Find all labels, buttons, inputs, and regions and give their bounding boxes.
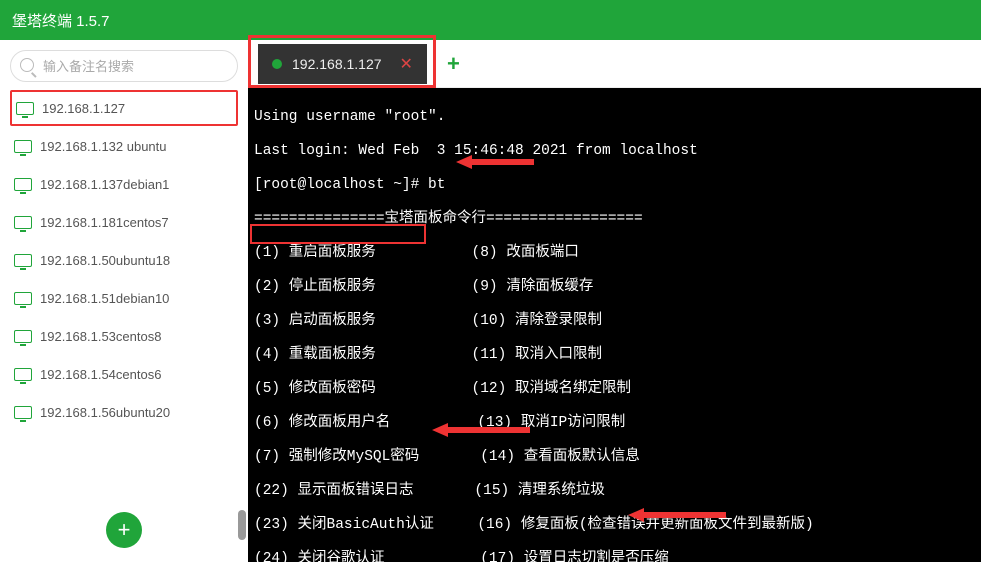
host-label: 192.168.1.53centos8 <box>40 329 161 344</box>
status-dot-icon <box>272 59 282 69</box>
arrow-icon <box>456 118 536 206</box>
term-line: (4) 重载面板服务 (11) 取消入口限制 <box>254 347 602 363</box>
term-line: (7) 强制修改MySQL密码 (14) 查看面板默认信息 <box>254 449 640 465</box>
host-label: 192.168.1.127 <box>42 101 125 116</box>
term-line: (3) 启动面板服务 (10) 清除登录限制 <box>254 313 602 329</box>
search-input[interactable] <box>10 50 238 82</box>
term-line: Using username "root". <box>254 109 445 125</box>
monitor-icon <box>14 140 32 153</box>
monitor-icon <box>14 178 32 191</box>
monitor-icon <box>14 330 32 343</box>
host-item[interactable]: 192.168.1.56ubuntu20 <box>10 394 238 430</box>
scrollbar-thumb[interactable] <box>238 510 246 540</box>
monitor-icon <box>14 292 32 305</box>
tab-label: 192.168.1.127 <box>292 56 382 72</box>
term-line: (23) 关闭BasicAuth认证 (16) 修复面板(检查错误并更新面板文件… <box>254 517 814 533</box>
host-label: 192.168.1.50ubuntu18 <box>40 253 170 268</box>
tab-bar: 192.168.1.127 ✕ + <box>248 40 981 88</box>
host-item[interactable]: 192.168.1.181centos7 <box>10 204 238 240</box>
monitor-icon <box>14 406 32 419</box>
add-host-button[interactable]: + <box>106 512 142 548</box>
term-line: Last login: Wed Feb 3 15:46:48 2021 from… <box>254 143 698 159</box>
term-line: (6) 修改面板用户名 (13) 取消IP访问限制 <box>254 415 625 431</box>
host-item[interactable]: 192.168.1.53centos8 <box>10 318 238 354</box>
host-label: 192.168.1.181centos7 <box>40 215 169 230</box>
arrow-icon <box>628 471 728 559</box>
tab-add-button[interactable]: + <box>447 51 460 77</box>
sidebar: 192.168.1.127 192.168.1.132 ubuntu 192.168… <box>0 40 248 562</box>
app-title: 堡塔终端 1.5.7 <box>12 10 110 31</box>
term-line: (1) 重启面板服务 (8) 改面板端口 <box>254 245 579 261</box>
host-item[interactable]: 192.168.1.127 <box>10 90 238 126</box>
host-label: 192.168.1.56ubuntu20 <box>40 405 170 420</box>
monitor-icon <box>14 216 32 229</box>
tab-close-button[interactable]: ✕ <box>400 54 413 74</box>
host-item[interactable]: 192.168.1.50ubuntu18 <box>10 242 238 278</box>
term-line: ===============宝塔面板命令行================== <box>254 211 643 227</box>
search-wrap <box>0 40 248 88</box>
term-line: (22) 显示面板错误日志 (15) 清理系统垃圾 <box>254 483 605 499</box>
host-item[interactable]: 192.168.1.51debian10 <box>10 280 238 316</box>
term-line: (2) 停止面板服务 (9) 清除面板缓存 <box>254 279 593 295</box>
term-line: (5) 修改面板密码 (12) 取消域名绑定限制 <box>254 381 631 397</box>
host-label: 192.168.1.132 ubuntu <box>40 139 167 154</box>
host-item[interactable]: 192.168.1.137debian1 <box>10 166 238 202</box>
monitor-icon <box>14 254 32 267</box>
tab-active[interactable]: 192.168.1.127 ✕ <box>258 44 427 84</box>
main-area: 192.168.1.127 192.168.1.132 ubuntu 192.168… <box>0 40 981 562</box>
annotation-box-option5 <box>250 224 426 244</box>
content: 192.168.1.127 ✕ + Using username "root".… <box>248 40 981 562</box>
host-label: 192.168.1.54centos6 <box>40 367 161 382</box>
monitor-icon <box>16 102 34 115</box>
term-line: [root@localhost ~]# bt <box>254 177 445 193</box>
host-label: 192.168.1.137debian1 <box>40 177 169 192</box>
monitor-icon <box>14 368 32 381</box>
host-item[interactable]: 192.168.1.54centos6 <box>10 356 238 392</box>
host-list: 192.168.1.127 192.168.1.132 ubuntu 192.168… <box>0 88 248 498</box>
search-icon <box>20 58 34 72</box>
terminal[interactable]: Using username "root". Last login: Wed F… <box>248 88 981 562</box>
term-line: (24) 关闭谷歌认证 (17) 设置日志切割是否压缩 <box>254 551 669 562</box>
host-item[interactable]: 192.168.1.132 ubuntu <box>10 128 238 164</box>
host-label: 192.168.1.51debian10 <box>40 291 169 306</box>
app-header: 堡塔终端 1.5.7 <box>0 0 981 40</box>
